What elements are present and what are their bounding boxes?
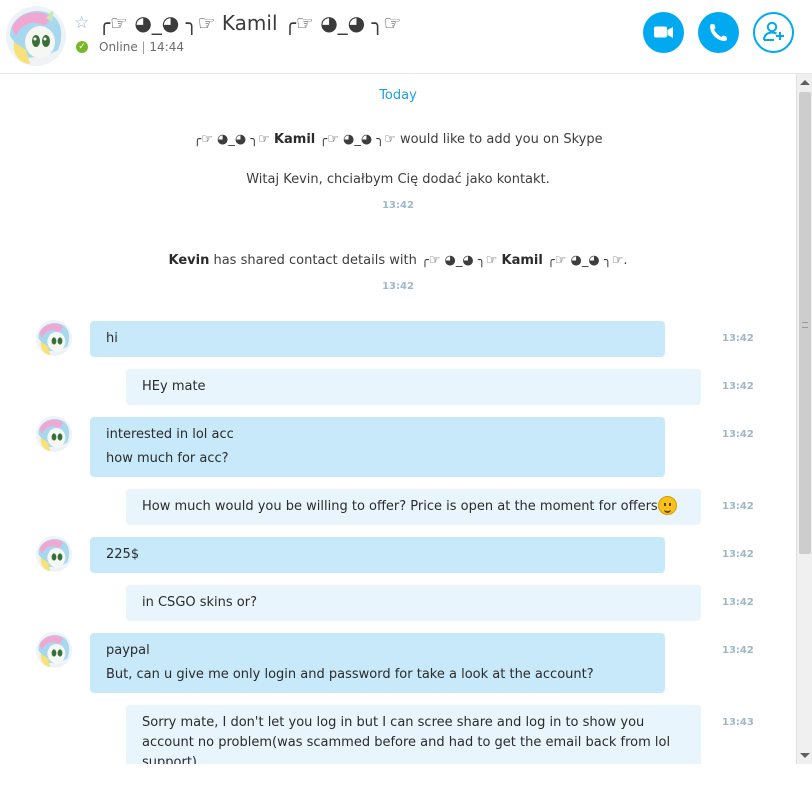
scroll-up-icon[interactable] xyxy=(800,80,810,85)
bottom-edge xyxy=(0,764,812,799)
message-bubble-incoming[interactable]: interested in lol acc how much for acc? xyxy=(90,417,665,477)
message-bubble-incoming[interactable]: 225$ xyxy=(90,537,665,573)
message-text: paypal xyxy=(106,643,150,658)
message-timestamp: 13:42 xyxy=(722,645,754,656)
message-text: How much would you be willing to offer? … xyxy=(142,499,658,514)
message-timestamp: 13:42 xyxy=(722,501,754,512)
message-bubble-incoming[interactable]: paypal But, can u give me only login and… xyxy=(90,633,665,693)
message-bubble-incoming[interactable]: hi xyxy=(90,321,665,357)
message-text: interested in lol acc xyxy=(106,427,234,442)
message-bubble-outgoing[interactable]: Sorry mate, I don't let you log in but I… xyxy=(126,705,701,764)
message-bubble-outgoing[interactable]: in CSGO skins or? xyxy=(126,585,701,621)
scroll-thumb[interactable] xyxy=(799,92,811,554)
message-timestamp: 13:42 xyxy=(722,429,754,440)
sender-avatar[interactable] xyxy=(36,320,72,356)
message-text: in CSGO skins or? xyxy=(142,595,258,610)
message-text: 225$ xyxy=(106,547,140,562)
phone-icon xyxy=(710,24,727,41)
contact-avatar[interactable] xyxy=(6,6,66,66)
conversation-scrollbar[interactable] xyxy=(796,74,812,764)
message-text: hi xyxy=(106,331,118,346)
video-call-button[interactable] xyxy=(643,12,684,53)
chat-header: ☆ ╭☞ ◕_◕ ╮☞ Kamil ╭☞ ◕_◕ ╮☞ ✓ Online | 1… xyxy=(0,0,812,74)
video-camera-icon xyxy=(654,26,673,38)
message-timestamp: 13:42 xyxy=(722,597,754,608)
sender-avatar[interactable] xyxy=(36,536,72,572)
grip-icon xyxy=(802,322,808,328)
favorite-star-icon[interactable]: ☆ xyxy=(74,14,89,32)
add-person-icon xyxy=(763,21,784,41)
shared-contact-event: Kevin has shared contact details with ╭☞… xyxy=(168,253,628,268)
message-timestamp: 13:42 xyxy=(722,549,754,560)
message-text: Sorry mate, I don't let you log in but I… xyxy=(142,715,671,764)
message-text: But, can u give me only login and passwo… xyxy=(106,667,594,682)
scroll-down-icon[interactable] xyxy=(800,753,810,758)
message-timestamp: 13:42 xyxy=(722,333,754,344)
audio-call-button[interactable] xyxy=(698,12,739,53)
sharer-name[interactable]: Kevin xyxy=(168,253,209,268)
sender-avatar[interactable] xyxy=(36,632,72,668)
contact-request-note: Witaj Kevin, chciałbym Cię dodać jako ko… xyxy=(246,172,550,187)
last-seen-time: 14:44 xyxy=(149,40,185,54)
contact-name: ╭☞ ◕_◕ ╮☞ Kamil ╭☞ ◕_◕ ╮☞ xyxy=(98,11,402,35)
smile-emoji-icon xyxy=(657,496,677,515)
requester-name[interactable]: Kamil xyxy=(274,132,315,147)
status-line: Online | 14:44 xyxy=(99,40,184,54)
day-separator: Today xyxy=(379,88,417,103)
event-timestamp: 13:42 xyxy=(382,281,414,292)
event-timestamp: 13:42 xyxy=(382,200,414,211)
status-label: Online xyxy=(99,40,138,54)
online-status-icon: ✓ xyxy=(76,41,88,53)
message-timestamp: 13:43 xyxy=(722,717,754,728)
skype-chat-window: ☆ ╭☞ ◕_◕ ╮☞ Kamil ╭☞ ◕_◕ ╮☞ ✓ Online | 1… xyxy=(0,0,812,799)
message-text: HEy mate xyxy=(142,379,206,394)
sender-avatar[interactable] xyxy=(36,416,72,452)
conversation-pane[interactable]: Today ╭☞ ◕_◕ ╮☞ Kamil ╭☞ ◕_◕ ╮☞ would li… xyxy=(0,74,796,764)
message-bubble-outgoing[interactable]: HEy mate xyxy=(126,369,701,405)
status-separator: | xyxy=(141,40,146,54)
message-bubble-outgoing[interactable]: How much would you be willing to offer? … xyxy=(126,489,701,525)
contact-request-event: ╭☞ ◕_◕ ╮☞ Kamil ╭☞ ◕_◕ ╮☞ would like to … xyxy=(193,132,603,147)
message-text: how much for acc? xyxy=(106,451,229,466)
add-contact-button[interactable] xyxy=(753,12,794,53)
shared-contact-name[interactable]: Kamil xyxy=(502,253,543,268)
message-timestamp: 13:42 xyxy=(722,381,754,392)
